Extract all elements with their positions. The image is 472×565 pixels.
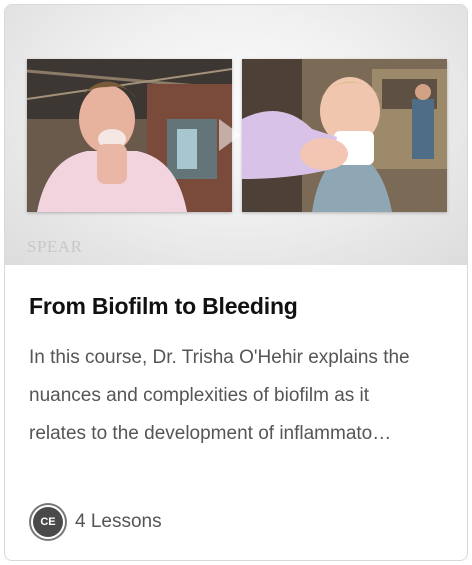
lesson-count: 4 Lessons <box>75 511 162 532</box>
course-card[interactable]: SPEAR From Biofilm to Bleeding In this c… <box>4 4 468 561</box>
play-icon[interactable] <box>219 119 241 151</box>
course-description: In this course, Dr. Trisha O'Hehir expla… <box>29 339 453 453</box>
course-thumbnail[interactable]: SPEAR <box>5 5 467 265</box>
brand-watermark: SPEAR <box>27 237 83 256</box>
description-line: relates to the development of inflammato… <box>29 423 392 444</box>
thumbnail-image-right <box>242 59 447 212</box>
description-line: nuances and complexities of biofilm as i… <box>29 385 370 406</box>
thumbnail-image-left <box>27 59 232 212</box>
description-line: In this course, Dr. Trisha O'Hehir expla… <box>29 347 410 368</box>
course-title[interactable]: From Biofilm to Bleeding <box>29 293 298 320</box>
ce-badge-icon: CE <box>33 507 63 537</box>
card-footer: CE 4 Lessons <box>29 507 162 537</box>
